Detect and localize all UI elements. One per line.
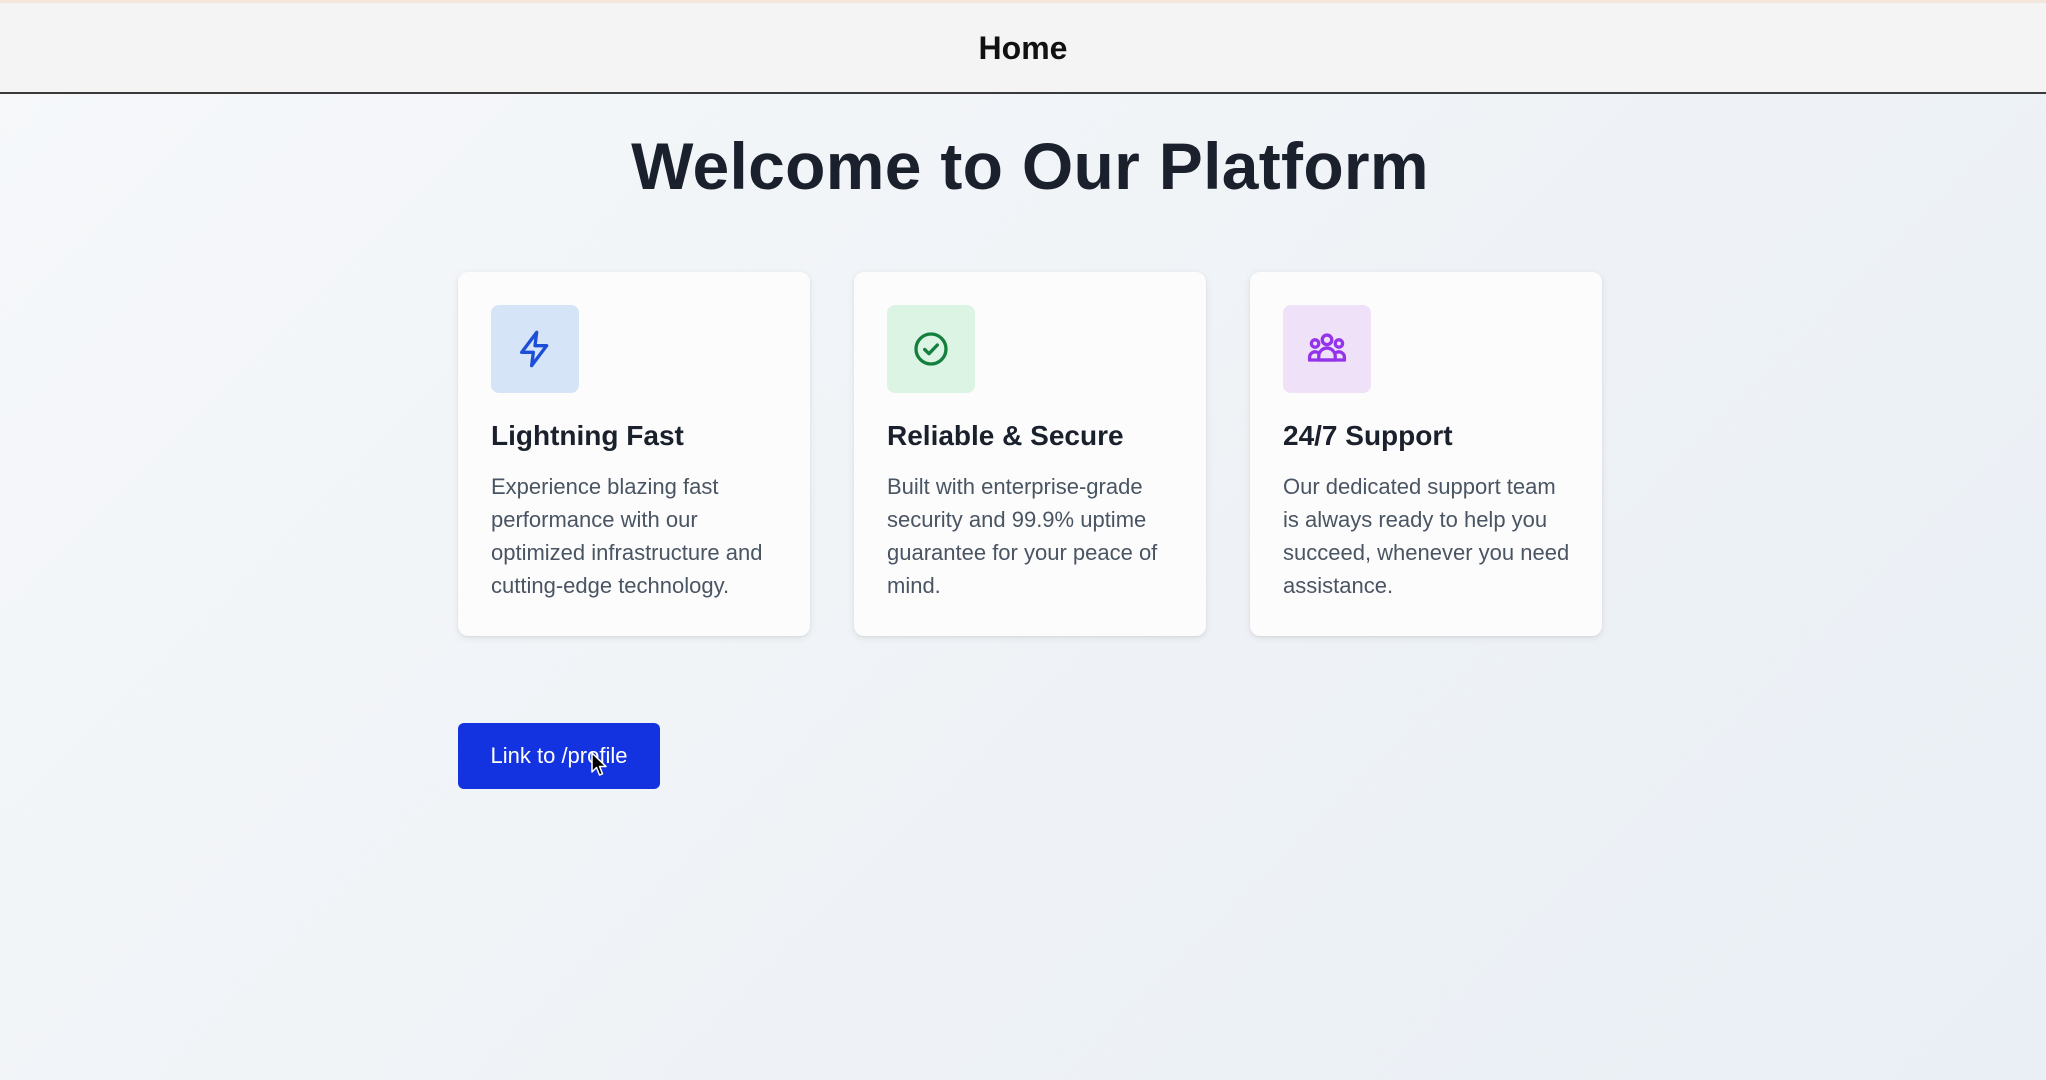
icon-box xyxy=(887,305,975,393)
feature-description: Our dedicated support team is always rea… xyxy=(1283,474,1570,598)
profile-link-button[interactable]: Link to /profile xyxy=(458,723,660,789)
welcome-heading: Welcome to Our Platform xyxy=(631,129,1429,203)
feature-title: Reliable & Secure xyxy=(887,420,1124,451)
feature-cards: Lightning Fast Experience blazing fast p… xyxy=(458,272,1602,636)
users-group-icon xyxy=(1307,333,1347,362)
feature-card-reliable-secure: Reliable & Secure Built with enterprise-… xyxy=(854,272,1206,636)
feature-title: 24/7 Support xyxy=(1283,420,1453,451)
lightning-bolt-icon xyxy=(520,330,549,368)
feature-card-lightning-fast: Lightning Fast Experience blazing fast p… xyxy=(458,272,810,636)
feature-description: Experience blazing fast performance with… xyxy=(491,474,763,598)
feature-description: Built with enterprise-grade security and… xyxy=(887,474,1158,598)
icon-box xyxy=(491,305,579,393)
mouse-cursor-icon xyxy=(591,752,607,776)
feature-card-support: 24/7 Support Our dedicated support team … xyxy=(1250,272,1602,636)
top-bar: Home xyxy=(0,0,2046,94)
icon-box xyxy=(1283,305,1371,393)
check-circle-icon xyxy=(914,332,948,366)
top-bar-accent xyxy=(0,0,2046,3)
page-title: Home xyxy=(978,29,1068,66)
feature-title: Lightning Fast xyxy=(491,420,684,451)
